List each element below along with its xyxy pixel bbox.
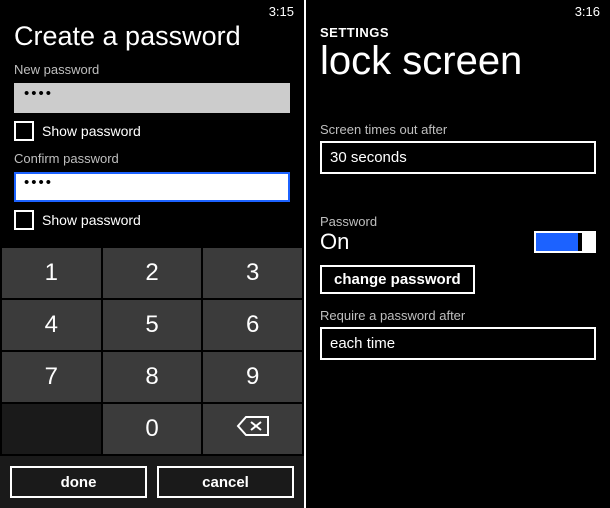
key-9[interactable]: 9: [203, 352, 302, 402]
clock: 3:16: [575, 4, 600, 19]
change-password-button[interactable]: change password: [320, 265, 475, 294]
create-password-screen: 3:15 Create a password New password ••••…: [0, 0, 304, 508]
new-password-label: New password: [0, 60, 304, 79]
require-label: Require a password after: [306, 308, 610, 323]
backspace-icon: [236, 415, 270, 444]
backspace-key[interactable]: [203, 404, 302, 454]
new-password-input[interactable]: ••••: [14, 83, 290, 113]
checkbox-icon[interactable]: [14, 121, 34, 141]
password-toggle[interactable]: [534, 231, 596, 253]
show-password-label-2: Show password: [42, 212, 141, 228]
cancel-button[interactable]: cancel: [157, 466, 294, 498]
page-title: Create a password: [0, 19, 304, 60]
page-title: lock screen: [306, 40, 610, 92]
section-label: SETTINGS: [306, 19, 610, 40]
status-bar: 3:16: [306, 0, 610, 19]
status-bar: 3:15: [0, 0, 304, 19]
password-state: On: [320, 229, 349, 255]
key-blank: [2, 404, 101, 454]
confirm-password-input[interactable]: ••••: [14, 172, 290, 202]
key-2[interactable]: 2: [103, 248, 202, 298]
show-password-row-1[interactable]: Show password: [0, 119, 304, 149]
key-8[interactable]: 8: [103, 352, 202, 402]
checkbox-icon[interactable]: [14, 210, 34, 230]
timeout-select[interactable]: 30 seconds: [320, 141, 596, 174]
numeric-keypad: 1 2 3 4 5 6 7 8 9 0: [0, 246, 304, 456]
key-7[interactable]: 7: [2, 352, 101, 402]
require-select[interactable]: each time: [320, 327, 596, 360]
lock-screen-settings: 3:16 SETTINGS lock screen Screen times o…: [306, 0, 610, 508]
key-4[interactable]: 4: [2, 300, 101, 350]
show-password-row-2[interactable]: Show password: [0, 208, 304, 238]
key-0[interactable]: 0: [103, 404, 202, 454]
key-5[interactable]: 5: [103, 300, 202, 350]
key-3[interactable]: 3: [203, 248, 302, 298]
password-label: Password: [306, 214, 610, 229]
show-password-label-1: Show password: [42, 123, 141, 139]
confirm-password-label: Confirm password: [0, 149, 304, 168]
action-bar: done cancel: [0, 456, 304, 508]
key-1[interactable]: 1: [2, 248, 101, 298]
clock: 3:15: [269, 4, 294, 19]
key-6[interactable]: 6: [203, 300, 302, 350]
timeout-label: Screen times out after: [306, 122, 610, 137]
done-button[interactable]: done: [10, 466, 147, 498]
